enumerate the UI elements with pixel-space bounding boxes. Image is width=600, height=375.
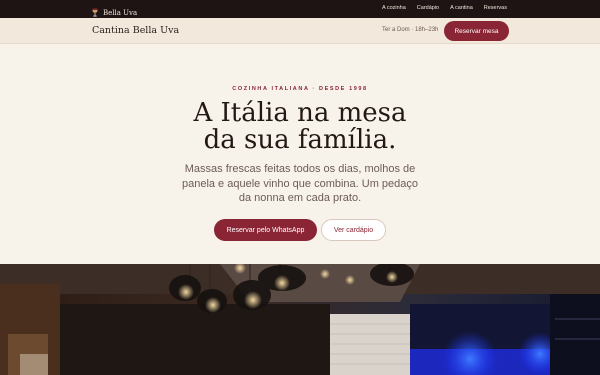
opening-hours: Ter a Dom · 18h–23h [382, 27, 439, 33]
brand-name: Bella Uva [103, 9, 138, 17]
hero-eyebrow: COZINHA ITALIANA · DESDE 1998 [232, 86, 368, 92]
site-header: Cantina Bella Uva Ter a Dom · 18h–23h Re… [0, 18, 600, 44]
hero-headline-line-2: da sua família. [203, 125, 397, 155]
nav-link-cantina[interactable]: A cantina [450, 5, 473, 11]
hero-headline-line-1: A Itália na mesa [193, 98, 407, 128]
hero-section: COZINHA ITALIANA · DESDE 1998 A Itália n… [0, 44, 600, 264]
whatsapp-reserve-button[interactable]: Reservar pelo WhatsApp [214, 219, 317, 241]
hero-headline: A Itália na mesa da sua família. [0, 100, 600, 154]
nav-link-reservas[interactable]: Reservas [484, 5, 507, 11]
nav-link-cardapio[interactable]: Cardápio [417, 5, 439, 11]
top-nav: A cozinha Cardápio A cantina Reservas [382, 5, 507, 11]
top-bar: Bella Uva A cozinha Cardápio A cantina R… [0, 0, 600, 18]
site-title[interactable]: Cantina Bella Uva [92, 25, 179, 36]
view-menu-button[interactable]: Ver cardápio [321, 219, 386, 241]
reserve-table-button[interactable]: Reservar mesa [444, 21, 509, 41]
restaurant-photo [0, 264, 600, 375]
nav-link-cozinha[interactable]: A cozinha [382, 5, 406, 11]
hero-subtitle: Massas frescas feitas todos os dias, mol… [181, 163, 419, 204]
